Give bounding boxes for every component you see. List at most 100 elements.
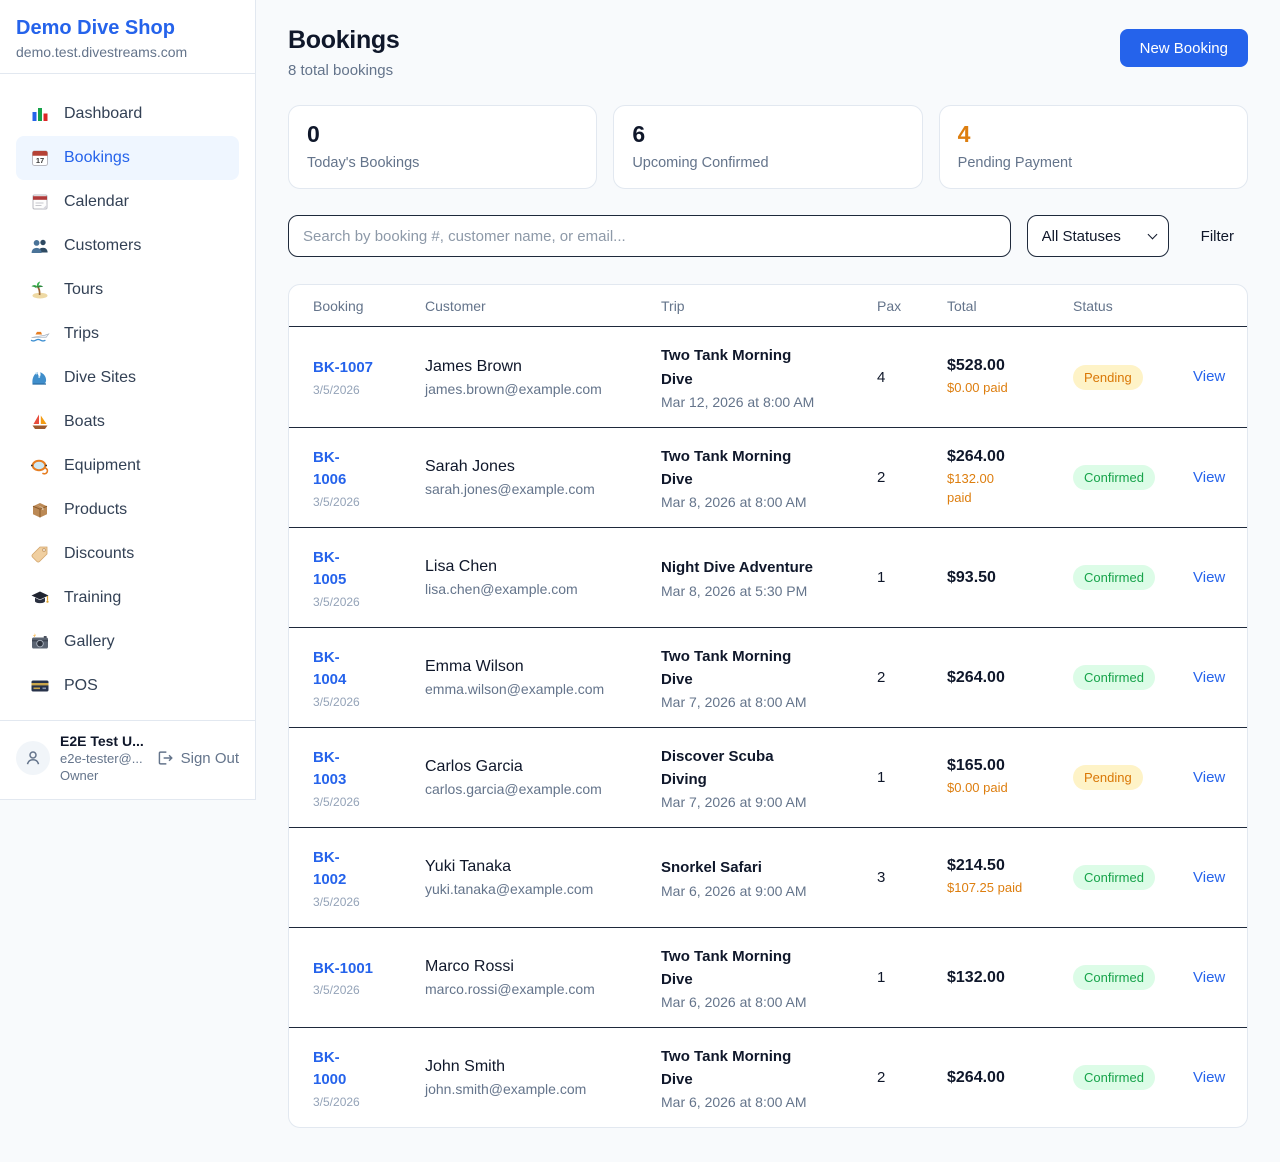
trip-name: Night Dive Adventure: [661, 556, 819, 579]
sidebar-item-label: POS: [64, 677, 98, 695]
total-amount: $93.50: [947, 569, 1073, 587]
paid-amount: $0.00 paid: [947, 379, 1073, 397]
trip-name: Discover Scuba Diving: [661, 745, 819, 792]
sidebar-item-bookings[interactable]: 17 Bookings: [16, 136, 239, 180]
calendar-date-icon: 17: [30, 148, 50, 168]
pax-count: 2: [877, 469, 947, 486]
view-link[interactable]: View: [1193, 969, 1225, 986]
status-select-wrap: All Statuses: [1027, 215, 1169, 257]
view-link[interactable]: View: [1193, 769, 1225, 786]
graduation-cap-icon: [30, 588, 50, 608]
booking-link[interactable]: BK-1006: [313, 447, 361, 492]
booking-cell: BK-1001 3/5/2026: [313, 958, 425, 998]
customer-cell: Marco Rossi marco.rossi@example.com: [425, 958, 661, 997]
status-badge: Confirmed: [1073, 1065, 1155, 1090]
sidebar-item-discounts[interactable]: Discounts: [16, 532, 239, 576]
status-cell: Confirmed: [1073, 1065, 1193, 1090]
status-cell: Confirmed: [1073, 465, 1193, 490]
sidebar-item-label: Bookings: [64, 149, 130, 167]
booking-cell: BK-1003 3/5/2026: [313, 747, 425, 809]
sidebar-item-products[interactable]: Products: [16, 488, 239, 532]
customer-name: Lisa Chen: [425, 558, 661, 576]
sidebar-item-label: Products: [64, 501, 127, 519]
sidebar-item-gallery[interactable]: Gallery: [16, 620, 239, 664]
trip-datetime: Mar 8, 2026 at 5:30 PM: [661, 583, 877, 599]
sign-out-button[interactable]: Sign Out: [156, 749, 239, 767]
dive-mask-icon: [30, 456, 50, 476]
customer-cell: Emma Wilson emma.wilson@example.com: [425, 658, 661, 697]
sidebar-item-label: Dashboard: [64, 105, 142, 123]
view-link[interactable]: View: [1193, 1069, 1225, 1086]
view-link[interactable]: View: [1193, 368, 1225, 385]
bar-chart-icon: [30, 104, 50, 124]
sidebar-item-label: Trips: [64, 325, 99, 343]
trip-name: Two Tank Morning Dive: [661, 344, 819, 391]
sidebar-item-pos[interactable]: POS: [16, 664, 239, 708]
trip-datetime: Mar 12, 2026 at 8:00 AM: [661, 394, 877, 410]
status-cell: Confirmed: [1073, 565, 1193, 590]
booking-date: 3/5/2026: [313, 795, 425, 809]
status-cell: Pending: [1073, 765, 1193, 790]
total-amount: $214.50: [947, 857, 1073, 875]
sidebar-item-trips[interactable]: Trips: [16, 312, 239, 356]
view-link[interactable]: View: [1193, 469, 1225, 486]
stat-card-upcoming-confirmed: 6Upcoming Confirmed: [613, 105, 922, 189]
status-badge: Confirmed: [1073, 465, 1155, 490]
sidebar-item-calendar[interactable]: Calendar: [16, 180, 239, 224]
user-section: E2E Test U... e2e-tester@... Owner Sign …: [0, 720, 255, 799]
booking-link[interactable]: BK-1003: [313, 747, 361, 792]
trip-cell: Two Tank Morning Dive Mar 6, 2026 at 8:0…: [661, 1045, 877, 1111]
sidebar-item-dashboard[interactable]: Dashboard: [16, 92, 239, 136]
table-header-row: Booking Customer Trip Pax Total Status: [289, 285, 1247, 327]
status-select[interactable]: All Statuses: [1027, 215, 1169, 257]
search-input[interactable]: [288, 215, 1011, 257]
actions-cell: View: [1193, 1069, 1225, 1087]
actions-cell: View: [1193, 869, 1225, 887]
total-cell: $264.00: [947, 1069, 1073, 1087]
sidebar-item-dive-sites[interactable]: Dive Sites: [16, 356, 239, 400]
user-info: E2E Test U... e2e-tester@... Owner: [60, 733, 156, 783]
view-link[interactable]: View: [1193, 669, 1225, 686]
status-badge: Confirmed: [1073, 565, 1155, 590]
booking-link[interactable]: BK-1004: [313, 647, 361, 692]
column-header-status: Status: [1073, 298, 1193, 314]
booking-link[interactable]: BK-1002: [313, 847, 361, 892]
sidebar-item-label: Gallery: [64, 633, 115, 651]
booking-date: 3/5/2026: [313, 495, 425, 509]
pax-count: 1: [877, 769, 947, 786]
booking-date: 3/5/2026: [313, 695, 425, 709]
page-header: Bookings 8 total bookings New Booking: [288, 26, 1248, 79]
customer-name: Emma Wilson: [425, 658, 661, 676]
booking-link[interactable]: BK-1005: [313, 547, 361, 592]
column-header-trip: Trip: [661, 298, 877, 314]
view-link[interactable]: View: [1193, 569, 1225, 586]
trip-cell: Two Tank Morning Dive Mar 12, 2026 at 8:…: [661, 344, 877, 410]
stat-value: 0: [307, 121, 578, 148]
sidebar-item-equipment[interactable]: Equipment: [16, 444, 239, 488]
status-badge: Pending: [1073, 765, 1143, 790]
sidebar-item-customers[interactable]: Customers: [16, 224, 239, 268]
new-booking-button[interactable]: New Booking: [1120, 29, 1248, 67]
view-link[interactable]: View: [1193, 869, 1225, 886]
sidebar-item-label: Training: [64, 589, 121, 607]
customer-email: lisa.chen@example.com: [425, 581, 661, 597]
bookings-table-body: BK-1007 3/5/2026 James Brown james.brown…: [289, 327, 1247, 1127]
filter-button[interactable]: Filter: [1185, 228, 1248, 245]
camera-icon: [30, 632, 50, 652]
actions-cell: View: [1193, 969, 1225, 987]
people-icon: [30, 236, 50, 256]
sidebar-item-boats[interactable]: Boats: [16, 400, 239, 444]
booking-link[interactable]: BK-1000: [313, 1047, 361, 1092]
table-row: BK-1006 3/5/2026 Sarah Jones sarah.jones…: [289, 427, 1247, 527]
customer-email: sarah.jones@example.com: [425, 481, 661, 497]
sidebar-item-tours[interactable]: Tours: [16, 268, 239, 312]
shop-name[interactable]: Demo Dive Shop: [16, 17, 239, 40]
table-row: BK-1002 3/5/2026 Yuki Tanaka yuki.tanaka…: [289, 827, 1247, 927]
customer-email: carlos.garcia@example.com: [425, 781, 661, 797]
trip-datetime: Mar 7, 2026 at 8:00 AM: [661, 694, 877, 710]
sidebar-item-label: Customers: [64, 237, 141, 255]
trip-name: Two Tank Morning Dive: [661, 645, 819, 692]
booking-link[interactable]: BK-1001: [313, 958, 373, 981]
booking-link[interactable]: BK-1007: [313, 357, 373, 380]
sidebar-item-training[interactable]: Training: [16, 576, 239, 620]
